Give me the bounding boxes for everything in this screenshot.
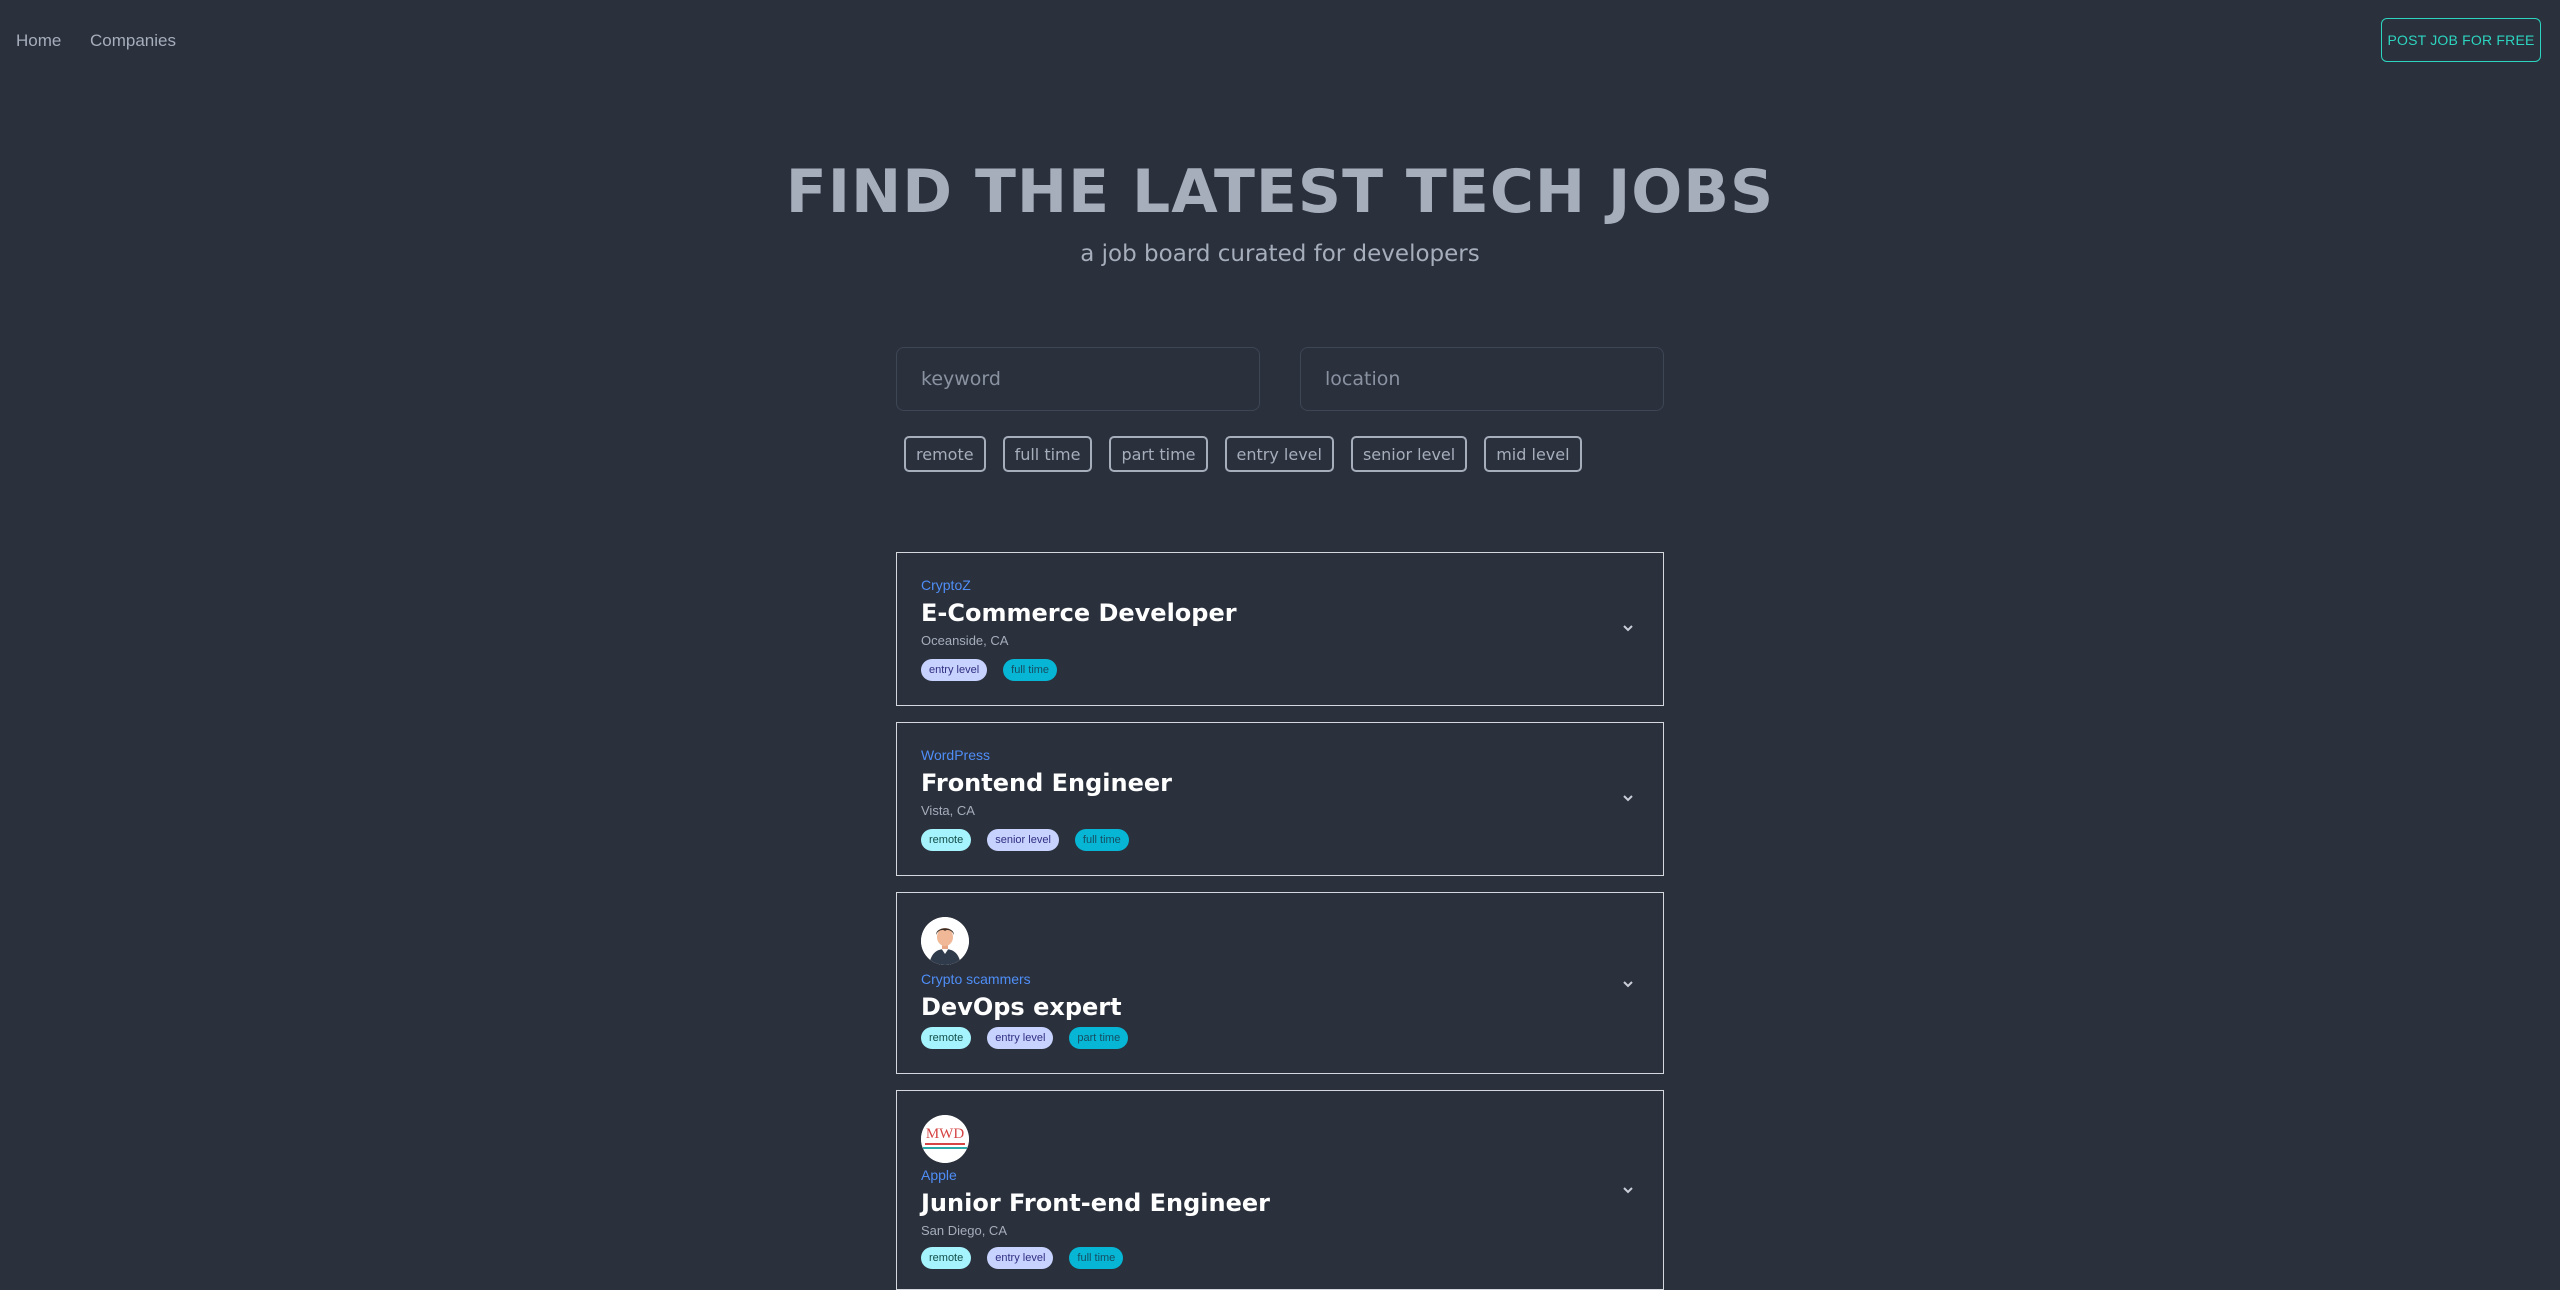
job-card[interactable]: CryptoZ E-Commerce Developer Oceanside, … — [896, 552, 1664, 706]
job-location: Oceanside, CA — [921, 633, 1009, 648]
job-company-link[interactable]: Crypto scammers — [921, 971, 1031, 987]
job-company-link[interactable]: CryptoZ — [921, 577, 971, 593]
job-company-link[interactable]: Apple — [921, 1167, 957, 1183]
logo-text: MWD — [926, 1126, 964, 1142]
job-title: DevOps expert — [921, 993, 1122, 1021]
filter-remote-button[interactable]: remote — [904, 436, 986, 472]
tag-badge: remote — [921, 1027, 972, 1049]
job-title: E-Commerce Developer — [921, 599, 1237, 627]
page-subtitle: a job board curated for developers — [1080, 241, 1480, 267]
filter-full-time-button[interactable]: full time — [1002, 436, 1093, 472]
post-job-button[interactable]: POST JOB FOR FREE — [2381, 18, 2541, 62]
tag-badge: remote — [921, 1247, 972, 1269]
job-card[interactable]: WordPress Frontend Engineer Vista, CA re… — [896, 722, 1664, 876]
tag-badge: full time — [1069, 1247, 1124, 1269]
chevron-down-icon[interactable] — [1621, 791, 1635, 805]
filter-senior-level-button[interactable]: senior level — [1350, 436, 1468, 472]
job-title: Frontend Engineer — [921, 769, 1173, 797]
job-company-link[interactable]: WordPress — [921, 747, 990, 763]
tag-badge: full time — [1074, 829, 1129, 851]
job-title: Junior Front-end Engineer — [921, 1189, 1270, 1217]
tag-badge: entry level — [987, 1247, 1054, 1269]
tag-badge: full time — [1003, 659, 1058, 681]
job-location: Vista, CA — [921, 803, 975, 818]
top-nav: Home Companies POST JOB FOR FREE — [0, 0, 2560, 82]
company-logo: MWD — [921, 1115, 969, 1163]
keyword-search-input[interactable] — [896, 347, 1260, 411]
job-tags: remote senior level full time — [921, 829, 1129, 851]
page-title: FIND THE LATEST TECH JOBS — [785, 157, 1775, 227]
job-card[interactable]: MWD Apple Junior Front-end Engineer San … — [896, 1090, 1664, 1290]
job-location: San Diego, CA — [921, 1223, 1007, 1238]
nav-companies-link[interactable]: Companies — [90, 29, 176, 53]
filter-entry-level-button[interactable]: entry level — [1224, 436, 1334, 472]
job-tags: entry level full time — [921, 659, 1058, 681]
job-tags: remote entry level part time — [921, 1027, 1129, 1049]
filter-mid-level-button[interactable]: mid level — [1484, 436, 1582, 472]
person-avatar-icon — [921, 917, 969, 965]
tag-badge: part time — [1069, 1027, 1129, 1049]
filter-part-time-button[interactable]: part time — [1109, 436, 1208, 472]
location-search-input[interactable] — [1300, 347, 1664, 411]
filter-bar: remote full time part time entry level s… — [904, 436, 1582, 472]
chevron-down-icon[interactable] — [1621, 977, 1635, 991]
tag-badge: senior level — [987, 829, 1059, 851]
tag-badge: remote — [921, 829, 972, 851]
tag-badge: entry level — [921, 659, 988, 681]
job-tags: remote entry level full time — [921, 1247, 1124, 1269]
tag-badge: entry level — [987, 1027, 1054, 1049]
chevron-down-icon[interactable] — [1621, 1183, 1635, 1197]
job-card[interactable]: Crypto scammers DevOps expert remote ent… — [896, 892, 1664, 1074]
nav-home-link[interactable]: Home — [16, 29, 61, 53]
chevron-down-icon[interactable] — [1621, 621, 1635, 635]
